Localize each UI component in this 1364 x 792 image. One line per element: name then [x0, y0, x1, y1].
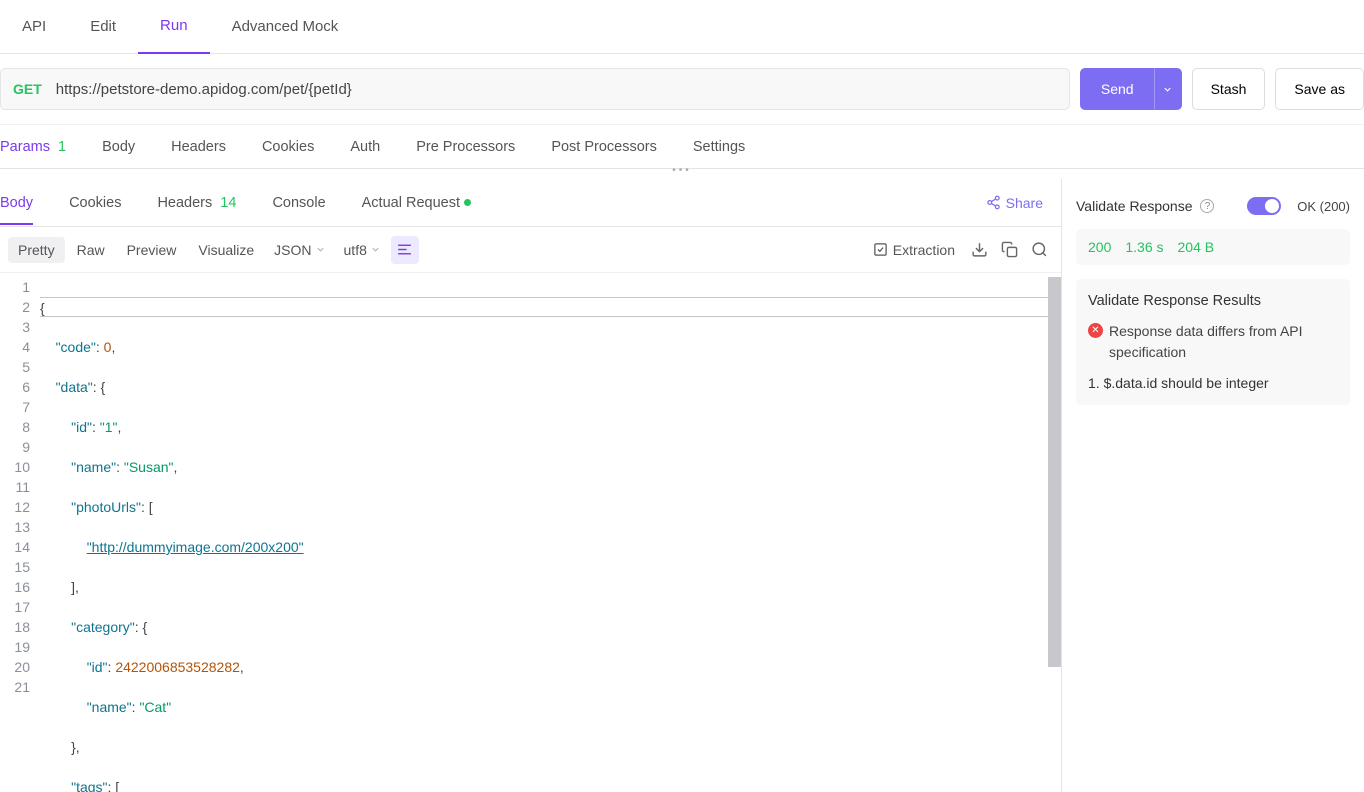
tab-api[interactable]: API [0, 0, 68, 54]
resp-tab-body[interactable]: Body [0, 195, 33, 211]
validate-label: Validate Response [1076, 198, 1192, 214]
view-row: Pretty Raw Preview Visualize JSON utf8 E… [0, 227, 1061, 273]
share-button[interactable]: Share [986, 195, 1043, 211]
download-icon [971, 241, 988, 258]
view-preview[interactable]: Preview [117, 237, 187, 263]
search-icon [1031, 241, 1048, 258]
scrollbar[interactable] [1048, 277, 1061, 667]
code-content: { "code": 0, "data": { "id": "1", "name"… [40, 273, 1061, 792]
url-text: https://petstore-demo.apidog.com/pet/{pe… [56, 81, 1057, 98]
req-tab-body[interactable]: Body [102, 139, 135, 155]
encoding-select[interactable]: utf8 [336, 237, 389, 263]
view-pretty[interactable]: Pretty [8, 237, 65, 263]
validate-toggle[interactable] [1247, 197, 1281, 215]
stat-code: 200 [1088, 239, 1111, 255]
search-button[interactable] [1025, 236, 1053, 264]
response-stats: 200 1.36 s 204 B [1076, 229, 1350, 265]
stat-time: 1.36 s [1125, 239, 1163, 255]
resp-tab-console[interactable]: Console [272, 195, 325, 211]
code-area[interactable]: 123456789101112131415161718192021 { "cod… [0, 273, 1061, 792]
tab-mock[interactable]: Advanced Mock [210, 0, 361, 54]
req-tab-cookies[interactable]: Cookies [262, 139, 314, 155]
response-tabs: Body Cookies Headers 14 Console Actual R… [0, 179, 1061, 227]
status-text: OK (200) [1297, 199, 1350, 214]
validation-panel: Validate Response ? OK (200) 200 1.36 s … [1062, 179, 1364, 792]
req-tab-post[interactable]: Post Processors [551, 139, 657, 155]
line-gutter: 123456789101112131415161718192021 [0, 273, 40, 792]
url-row: GET https://petstore-demo.apidog.com/pet… [0, 54, 1364, 125]
req-tab-params[interactable]: Params 1 [0, 139, 66, 155]
copy-button[interactable] [995, 236, 1023, 264]
download-button[interactable] [965, 236, 993, 264]
help-icon[interactable]: ? [1200, 199, 1214, 213]
error-message: Response data differs from API specifica… [1109, 321, 1338, 363]
url-bar[interactable]: GET https://petstore-demo.apidog.com/pet… [0, 68, 1070, 110]
validation-results: Validate Response Results ✕ Response dat… [1076, 279, 1350, 405]
save-as-button[interactable]: Save as [1275, 68, 1364, 110]
tab-edit[interactable]: Edit [68, 0, 138, 54]
req-tab-pre[interactable]: Pre Processors [416, 139, 515, 155]
chevron-down-icon [315, 244, 326, 255]
resp-tab-actual[interactable]: Actual Request [362, 195, 471, 211]
error-item: 1. $.data.id should be integer [1088, 375, 1338, 391]
error-icon: ✕ [1088, 323, 1103, 338]
results-title: Validate Response Results [1088, 293, 1338, 309]
view-raw[interactable]: Raw [67, 237, 115, 263]
stash-button[interactable]: Stash [1192, 68, 1266, 110]
extraction-icon [873, 242, 888, 257]
tab-run[interactable]: Run [138, 0, 210, 54]
req-tab-settings[interactable]: Settings [693, 139, 745, 155]
extraction-button[interactable]: Extraction [865, 237, 963, 263]
resize-handle[interactable]: ••• [0, 169, 1364, 179]
wrap-icon [396, 241, 413, 258]
top-tabs: API Edit Run Advanced Mock [0, 0, 1364, 54]
copy-icon [1001, 241, 1018, 258]
format-select[interactable]: JSON [266, 237, 333, 263]
req-tab-headers[interactable]: Headers [171, 139, 226, 155]
resp-tab-headers[interactable]: Headers 14 [157, 195, 236, 211]
send-button[interactable]: Send [1080, 68, 1155, 110]
wrap-button[interactable] [391, 236, 419, 264]
status-dot-icon [464, 199, 471, 206]
share-icon [986, 195, 1001, 210]
send-dropdown[interactable] [1154, 68, 1182, 110]
request-tabs: Params 1 Body Headers Cookies Auth Pre P… [0, 125, 1364, 169]
view-visualize[interactable]: Visualize [188, 237, 264, 263]
resp-tab-cookies[interactable]: Cookies [69, 195, 121, 211]
stat-size: 204 B [1178, 239, 1215, 255]
chevron-down-icon [370, 244, 381, 255]
method-label: GET [13, 81, 42, 97]
req-tab-auth[interactable]: Auth [350, 139, 380, 155]
